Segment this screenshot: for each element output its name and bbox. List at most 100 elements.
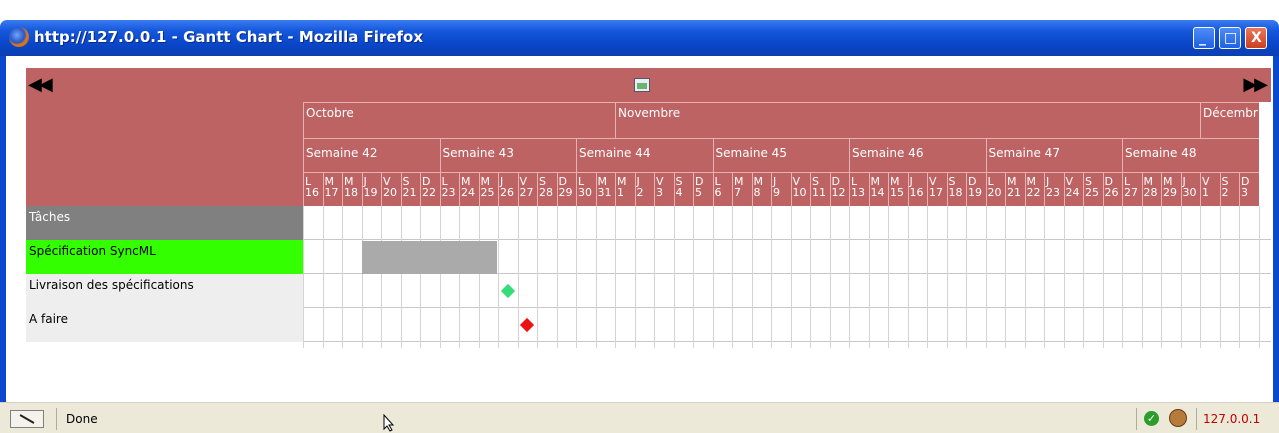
day-number: 16	[305, 186, 319, 199]
window-titlebar[interactable]: http://127.0.0.1 - Gantt Chart - Mozilla…	[0, 20, 1279, 56]
day-number: 23	[441, 186, 456, 199]
next-period-button[interactable]: ▶▶	[1243, 76, 1268, 94]
gantt-header-corner	[26, 102, 303, 206]
greasemonkey-icon[interactable]	[1169, 409, 1187, 427]
day-header: L 30	[576, 172, 596, 206]
week-header: Semaine 48	[1122, 138, 1259, 172]
day-header: M7	[732, 172, 752, 206]
grid-line	[576, 206, 577, 348]
maximize-icon: □	[1224, 30, 1238, 46]
mouse-pointer-icon	[383, 414, 395, 432]
day-header: D 19	[966, 172, 986, 206]
day-number: 20	[383, 186, 397, 199]
grid-line	[1219, 206, 1221, 348]
day-number: 16	[909, 186, 924, 199]
day-header: M 17	[322, 172, 342, 206]
grid-line	[1161, 206, 1162, 348]
task-label[interactable]: Tâches	[26, 206, 303, 240]
grid-line	[1200, 206, 1201, 348]
day-header: V3	[654, 172, 674, 206]
grid-line	[1063, 206, 1065, 348]
task-row: Tâches	[26, 206, 1271, 240]
connection-icon[interactable]	[10, 410, 44, 428]
day-header: V 24	[1063, 172, 1083, 206]
week-header: Semaine 46	[849, 138, 986, 172]
day-number: 17	[929, 186, 943, 199]
close-button[interactable]: X	[1245, 27, 1267, 49]
day-number: 15	[890, 186, 904, 199]
grid-line	[868, 206, 870, 348]
day-number: 18	[948, 186, 963, 199]
day-header: M 18	[342, 172, 362, 206]
grid-line	[732, 206, 733, 348]
week-header: Semaine 47	[985, 138, 1122, 172]
grid-line	[712, 206, 714, 348]
day-header: J 30	[1180, 172, 1200, 206]
day-header: V 20	[381, 172, 401, 206]
day-number: 25	[1085, 186, 1099, 199]
day-number: 2	[636, 186, 644, 199]
day-header: M 15	[888, 172, 908, 206]
day-number: 18	[344, 186, 358, 199]
day-number: 9	[773, 186, 780, 199]
day-header: J9	[771, 172, 791, 206]
day-header: M 14	[868, 172, 888, 206]
grid-line	[537, 206, 538, 348]
day-header: S 18	[946, 172, 966, 206]
check-icon[interactable]: ✓	[1144, 411, 1159, 426]
window-border-right	[1273, 56, 1279, 402]
day-header: L 20	[985, 172, 1005, 206]
grid-line	[1180, 206, 1182, 348]
task-row: Spécification SyncML	[26, 240, 1271, 274]
day-header: M 25	[478, 172, 498, 206]
grid-line	[1239, 206, 1240, 348]
day-header: M 31	[595, 172, 615, 206]
task-label[interactable]: Spécification SyncML	[26, 240, 303, 274]
day-number: 3	[1241, 186, 1248, 199]
day-header: S 25	[1083, 172, 1103, 206]
day-header: D 12	[829, 172, 849, 206]
day-header: M1	[615, 172, 635, 206]
day-number: 31	[597, 186, 612, 199]
day-number: 26	[1104, 186, 1119, 199]
maximize-button[interactable]: □	[1219, 27, 1241, 49]
grid-line	[966, 206, 967, 348]
month-header: Novembre	[615, 102, 1200, 138]
minimize-button[interactable]: _	[1193, 27, 1215, 49]
day-number: 19	[968, 186, 982, 199]
day-number: 24	[1065, 186, 1080, 199]
task-bar[interactable]	[361, 241, 497, 274]
task-label[interactable]: Livraison des spécifications	[26, 274, 303, 308]
day-header: D3	[1239, 172, 1259, 206]
day-header: M 22	[1024, 172, 1044, 206]
day-number: 22	[1026, 186, 1041, 199]
day-number: 7	[734, 186, 741, 199]
close-icon: X	[1251, 30, 1262, 46]
grid-line	[751, 206, 753, 348]
grid-line	[829, 206, 831, 348]
grid-line	[342, 206, 343, 348]
day-number: 28	[539, 186, 553, 199]
day-header: V 10	[790, 172, 810, 206]
host-label: 127.0.0.1	[1203, 412, 1261, 426]
calendar-icon[interactable]	[634, 78, 650, 92]
day-header: M 21	[1005, 172, 1025, 206]
previous-period-button[interactable]: ◀◀	[28, 76, 53, 94]
grid-line	[400, 206, 402, 348]
task-label[interactable]: A faire	[26, 308, 303, 342]
day-number: 29	[1163, 186, 1177, 199]
grid-line	[790, 206, 792, 348]
day-number: 2	[1221, 186, 1229, 199]
day-number: 11	[812, 186, 826, 199]
grid-line	[478, 206, 480, 348]
day-header: M 29	[1161, 172, 1181, 206]
day-number: 25	[480, 186, 495, 199]
week-header: Semaine 42	[303, 138, 440, 172]
grid-line	[1102, 206, 1104, 348]
day-header: S 28	[537, 172, 557, 206]
day-number: 14	[870, 186, 885, 199]
status-divider	[56, 408, 57, 430]
day-header: D 22	[420, 172, 440, 206]
day-number: 19	[363, 186, 378, 199]
day-number: 21	[402, 186, 417, 199]
